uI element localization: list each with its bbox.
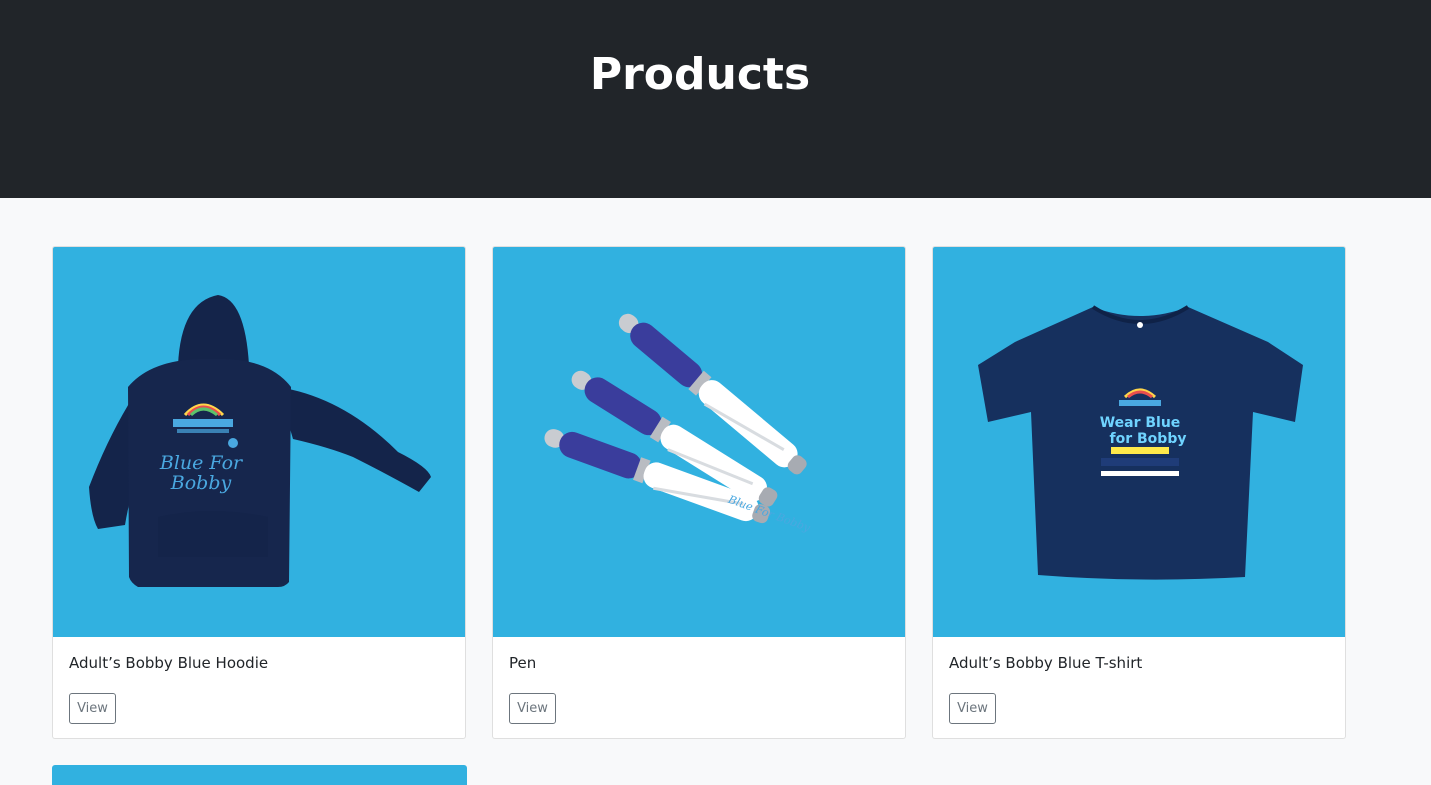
- view-button[interactable]: View: [509, 693, 556, 724]
- pens-image: Blue For Bobby: [539, 305, 814, 535]
- page-title: Products: [589, 49, 811, 100]
- hoodie-image: Blue For Bobby: [89, 295, 431, 587]
- tshirt-image: Wear Blue for Bobby: [978, 305, 1303, 580]
- product-image[interactable]: Wear Blue for Bobby: [933, 247, 1345, 637]
- page-header: Products: [0, 0, 1431, 198]
- product-card-partial: [52, 765, 467, 785]
- product-image[interactable]: Blue For Bobby: [53, 247, 465, 637]
- product-image[interactable]: Blue For Bobby: [493, 247, 905, 637]
- product-title[interactable]: Pen: [509, 654, 536, 672]
- product-title[interactable]: Adult’s Bobby Blue Hoodie: [69, 654, 268, 672]
- svg-text:Blue For: Blue For: [159, 452, 244, 474]
- view-button[interactable]: View: [69, 693, 116, 724]
- svg-text:Wear Blue: Wear Blue: [1100, 415, 1181, 431]
- svg-text:Bobby: Bobby: [170, 472, 232, 494]
- product-title[interactable]: Adult’s Bobby Blue T-shirt: [949, 654, 1142, 672]
- svg-text:for Bobby: for Bobby: [1110, 431, 1187, 447]
- product-card: Blue For Bobby Pen View: [492, 246, 906, 739]
- view-button[interactable]: View: [949, 693, 996, 724]
- product-card: Wear Blue for Bobby Adult’s Bobby Blue T…: [932, 246, 1346, 739]
- product-card: Blue For Bobby Adult’s Bobby Blue Hoodie…: [52, 246, 466, 739]
